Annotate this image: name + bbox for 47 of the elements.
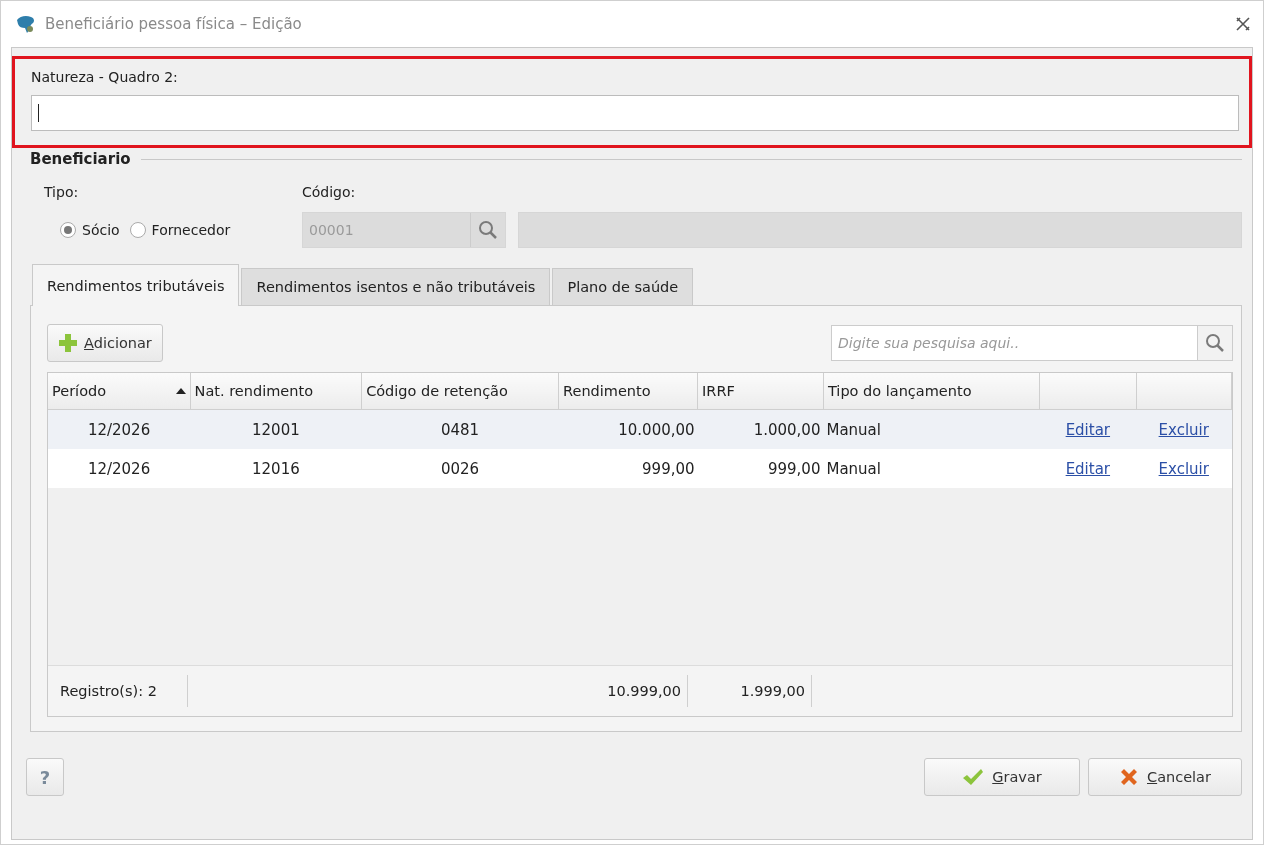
row-link[interactable]: Excluir bbox=[1158, 420, 1209, 439]
total-cell: 1.999,00 bbox=[688, 675, 812, 707]
section-title: Beneficiario bbox=[30, 150, 131, 168]
table-cell: 0026 bbox=[361, 449, 559, 488]
search-button[interactable] bbox=[1198, 325, 1233, 361]
table-cell: 12001 bbox=[190, 409, 362, 449]
close-icon[interactable] bbox=[1235, 16, 1251, 32]
close-icon bbox=[1119, 767, 1139, 787]
row-link[interactable]: Excluir bbox=[1158, 459, 1209, 478]
search-icon[interactable] bbox=[1205, 333, 1225, 353]
table-cell: 999,00 bbox=[558, 449, 698, 488]
search-field[interactable]: Digite sua pesquisa aqui.. bbox=[831, 325, 1198, 361]
table-cell: 12/2026 bbox=[48, 449, 191, 488]
table-cell: 12016 bbox=[190, 449, 362, 488]
column-header[interactable]: Nat. rendimento bbox=[190, 373, 362, 410]
tab[interactable]: Plano de saúde bbox=[552, 268, 694, 306]
table-row[interactable]: 12/2026 12016 0026 999,00 999,00 Manual Editar Excluir bbox=[48, 449, 1232, 488]
table-cell: 999,00 bbox=[697, 449, 824, 488]
plus-icon bbox=[58, 333, 78, 353]
column-header[interactable]: Período bbox=[48, 373, 191, 410]
column-header[interactable]: Código de retenção bbox=[361, 373, 559, 410]
table-cell: 1.000,00 bbox=[697, 409, 824, 449]
input-field[interactable] bbox=[31, 95, 1239, 131]
name-field[interactable] bbox=[518, 212, 1242, 248]
app-logo-icon bbox=[15, 14, 37, 34]
row-link[interactable]: Editar bbox=[1065, 459, 1111, 478]
table-cell: 10.000,00 bbox=[558, 409, 698, 449]
field-label: Código: bbox=[302, 184, 357, 200]
add-button[interactable]: Adicionar bbox=[47, 324, 163, 362]
tab[interactable]: Rendimentos tributáveis bbox=[32, 264, 240, 306]
table-cell: 12/2026 bbox=[48, 409, 191, 449]
window-title: Beneficiário pessoa física – Edição bbox=[45, 15, 303, 33]
column-header[interactable]: Tipo do lançamento bbox=[823, 373, 1040, 410]
row-link[interactable]: Editar bbox=[1065, 420, 1111, 439]
column-header[interactable]: IRRF bbox=[697, 373, 824, 410]
table-cell: Manual bbox=[823, 449, 1040, 488]
tab[interactable]: Rendimentos isentos e não tributáveis bbox=[241, 268, 551, 306]
check-icon bbox=[962, 768, 985, 786]
cancel-button[interactable]: Cancelar bbox=[1088, 758, 1242, 796]
record-count: Registro(s): 2 bbox=[48, 675, 188, 707]
save-button[interactable]: Gravar bbox=[924, 758, 1080, 796]
table-cell: 0481 bbox=[361, 409, 559, 449]
field-label: Tipo: bbox=[44, 184, 80, 200]
column-header[interactable]: Rendimento bbox=[558, 373, 698, 410]
table-cell: Manual bbox=[823, 409, 1040, 449]
field-label: Natureza - Quadro 2: bbox=[31, 69, 179, 85]
total-cell: 10.999,00 bbox=[188, 675, 688, 707]
